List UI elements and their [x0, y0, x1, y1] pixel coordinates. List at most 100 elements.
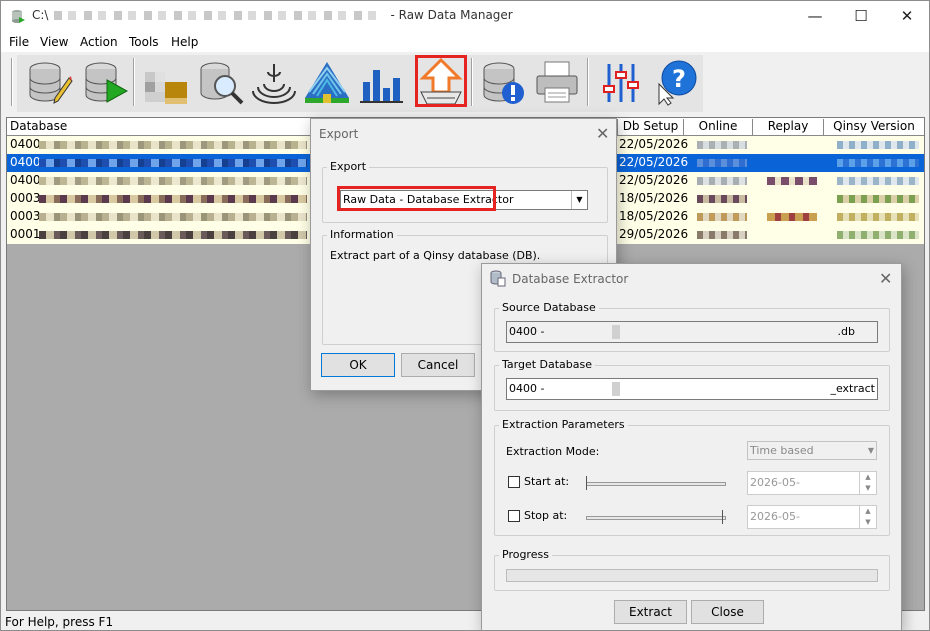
- target-path-obscured: [612, 382, 621, 396]
- row-online-obscured: [697, 213, 747, 221]
- col-online[interactable]: Online: [684, 119, 753, 136]
- spin-up-icon[interactable]: ▲: [859, 506, 876, 517]
- information-group-label: Information: [327, 228, 397, 241]
- stop-at-checkbox[interactable]: [508, 510, 520, 522]
- row-database: 0001: [10, 227, 41, 241]
- ok-button[interactable]: OK: [321, 353, 395, 377]
- title-bar: C:\ - Raw Data Manager — ☐ ✕: [1, 1, 929, 32]
- print-icon[interactable]: [533, 58, 581, 106]
- extractor-close-icon[interactable]: ✕: [879, 269, 892, 288]
- menu-view[interactable]: View: [40, 35, 68, 49]
- minimize-button[interactable]: —: [792, 1, 838, 32]
- chart-icon[interactable]: [357, 58, 405, 106]
- row-database: 0400: [10, 173, 41, 187]
- chevron-down-icon: ▼: [867, 446, 874, 455]
- stop-at-value: 2026-05-: [750, 510, 800, 523]
- toolbar-separator: [133, 58, 135, 106]
- row-online-obscured: [697, 159, 747, 167]
- row-version-obscured: [837, 141, 919, 149]
- target-database-prefix: 0400 -: [509, 382, 545, 395]
- menu-help[interactable]: Help: [171, 35, 198, 49]
- import-icon[interactable]: [143, 58, 191, 106]
- target-database-field[interactable]: 0400 - _extract: [506, 378, 878, 400]
- title-path-obscured: [54, 11, 385, 20]
- start-at-slider-thumb[interactable]: [586, 476, 592, 490]
- survey-icon[interactable]: [303, 58, 351, 106]
- extraction-parameters-label: Extraction Parameters: [499, 418, 628, 431]
- maximize-button[interactable]: ☐: [838, 1, 884, 32]
- target-database-suffix: _extract: [830, 382, 875, 395]
- col-db-setup[interactable]: Db Setup: [618, 119, 684, 136]
- start-at-label: Start at:: [524, 475, 570, 488]
- spin-down-icon[interactable]: ▼: [859, 483, 876, 494]
- extractor-title: Database Extractor: [512, 272, 629, 286]
- row-replay-obscured: [767, 213, 817, 221]
- start-at-slider[interactable]: [586, 482, 726, 486]
- toolbar-separator: [587, 58, 589, 106]
- row-database: 0400: [10, 137, 41, 151]
- settings-icon[interactable]: [597, 58, 645, 106]
- menu-file[interactable]: File: [9, 35, 29, 49]
- start-at-checkbox[interactable]: [508, 476, 520, 488]
- stop-at-datetime[interactable]: 2026-05- ▲ ▼: [747, 505, 877, 529]
- export-selection-highlight: [337, 186, 496, 211]
- edit-database-icon[interactable]: [25, 58, 73, 106]
- export-dialog-close-button[interactable]: ✕: [596, 124, 609, 143]
- source-database-prefix: 0400 -: [509, 325, 545, 338]
- menu-tools[interactable]: Tools: [129, 35, 159, 49]
- row-db-setup: 18/05/2026: [619, 191, 689, 205]
- col-qinsy-version[interactable]: Qinsy Version: [824, 119, 924, 136]
- spin-down-icon[interactable]: ▼: [859, 517, 876, 528]
- replay-database-icon[interactable]: [81, 58, 129, 106]
- source-database-field[interactable]: 0400 - .db: [506, 321, 878, 343]
- chevron-down-icon[interactable]: ▼: [571, 191, 587, 209]
- progress-bar: [506, 569, 878, 582]
- row-online-obscured: [697, 195, 747, 203]
- row-name-obscured: [39, 177, 307, 185]
- menu-bar: File View Action Tools Help: [1, 32, 929, 52]
- row-db-setup: 18/05/2026: [619, 209, 689, 223]
- row-name-obscured: [39, 141, 307, 149]
- row-db-setup: 22/05/2026: [619, 155, 689, 169]
- row-version-obscured: [837, 213, 919, 221]
- row-database: 0003: [10, 209, 41, 223]
- export-highlight: [415, 55, 467, 107]
- extractor-title-bar: Database Extractor ✕: [482, 264, 901, 294]
- extraction-mode-select[interactable]: Time based ▼: [747, 441, 877, 460]
- help-pointer-icon[interactable]: ?: [653, 58, 701, 106]
- close-button[interactable]: Close: [691, 600, 764, 624]
- stop-at-slider-thumb[interactable]: [722, 510, 728, 524]
- search-database-icon[interactable]: [197, 58, 245, 106]
- stop-at-slider[interactable]: [586, 516, 726, 520]
- col-replay[interactable]: Replay: [753, 119, 824, 136]
- source-path-obscured: [612, 325, 621, 339]
- database-info-icon[interactable]: [479, 58, 527, 106]
- row-version-obscured: [837, 159, 919, 167]
- raw-data-manager-window: C:\ - Raw Data Manager — ☐ ✕ File View Ac…: [0, 0, 930, 631]
- row-replay-obscured: [767, 177, 817, 185]
- signal-icon[interactable]: [250, 58, 298, 106]
- row-db-setup: 22/05/2026: [619, 173, 689, 187]
- row-name-obscured: [39, 231, 307, 239]
- export-dialog-title-bar: Export ✕: [311, 119, 616, 149]
- cancel-button[interactable]: Cancel: [401, 353, 475, 377]
- stop-at-label: Stop at:: [524, 509, 568, 522]
- start-at-datetime[interactable]: 2026-05- ▲ ▼: [747, 471, 877, 495]
- extraction-mode-value: Time based: [750, 444, 814, 457]
- row-online-obscured: [697, 231, 747, 239]
- spin-up-icon[interactable]: ▲: [859, 472, 876, 483]
- information-text: Extract part of a Qinsy database (DB).: [330, 249, 541, 262]
- row-version-obscured: [837, 231, 919, 239]
- row-database: 0003: [10, 191, 41, 205]
- close-window-button[interactable]: ✕: [884, 1, 929, 32]
- row-online-obscured: [697, 177, 747, 185]
- app-database-icon: [12, 10, 25, 23]
- export-group-label: Export: [327, 160, 370, 173]
- menu-action[interactable]: Action: [80, 35, 118, 49]
- progress-label: Progress: [499, 548, 552, 561]
- extract-button[interactable]: Extract: [614, 600, 687, 624]
- toolbar-separator: [471, 58, 473, 106]
- start-at-value: 2026-05-: [750, 476, 800, 489]
- row-name-obscured: [39, 213, 307, 221]
- row-version-obscured: [837, 177, 919, 185]
